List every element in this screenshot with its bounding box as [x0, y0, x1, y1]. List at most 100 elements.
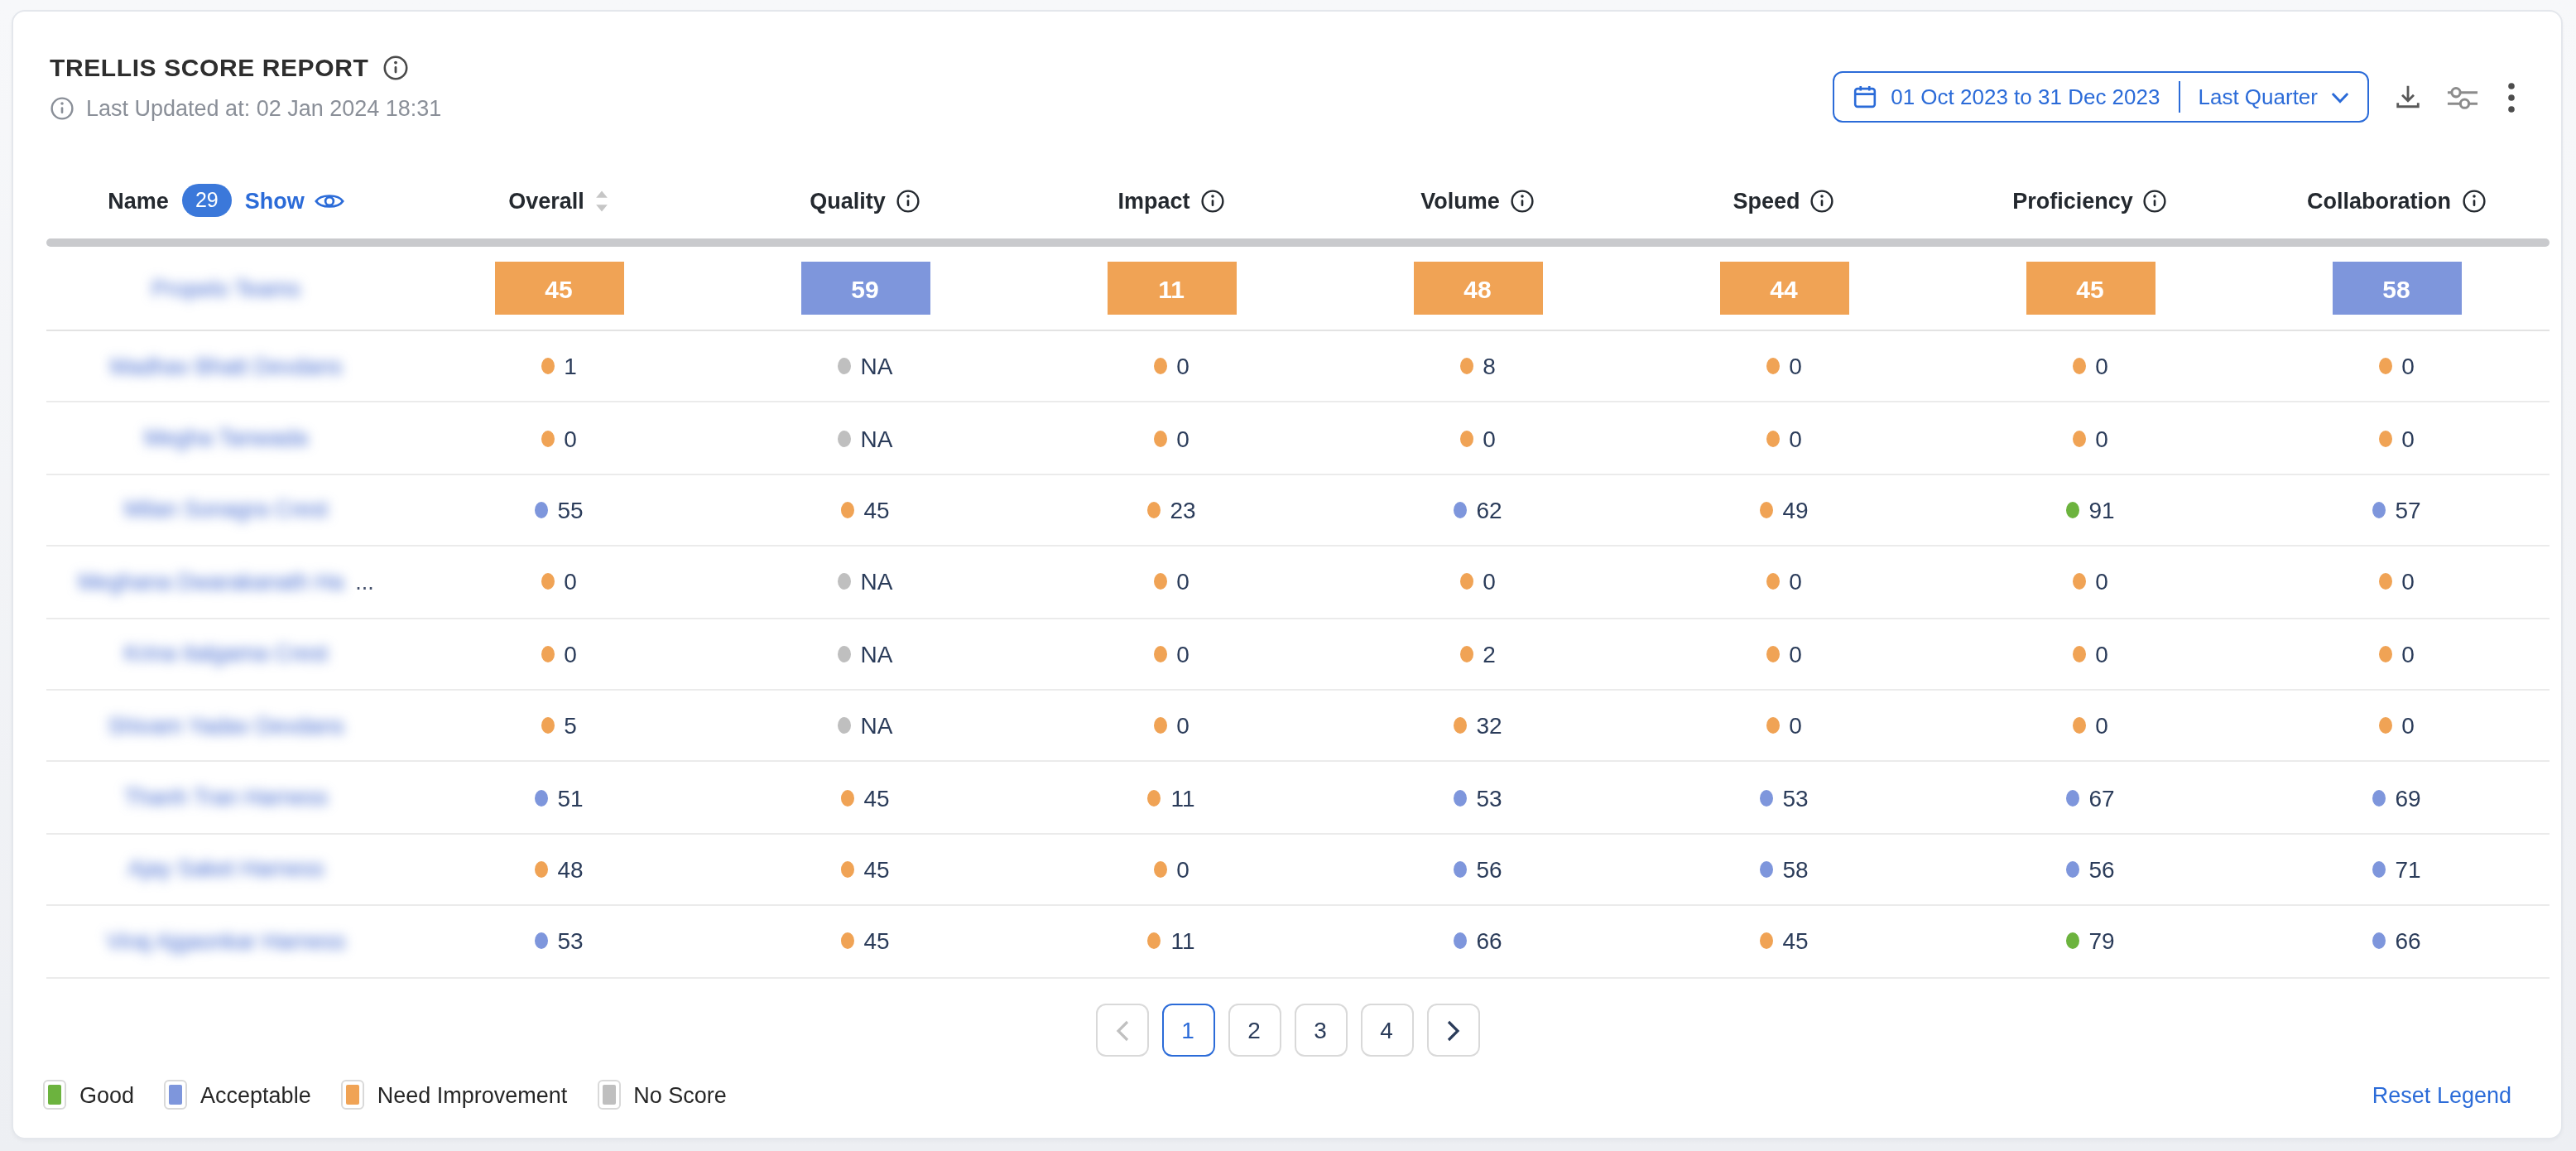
sort-icon[interactable]	[594, 188, 609, 213]
score-cell: 71	[2243, 856, 2550, 883]
settings-sliders-icon[interactable]	[2447, 84, 2478, 110]
info-icon[interactable]	[2143, 188, 2168, 213]
member-name-link[interactable]: Meghana Dwarakanath Ha	[78, 570, 344, 595]
score-level-dot	[840, 789, 853, 806]
score-value: 0	[1789, 353, 1802, 379]
member-name-link[interactable]: Propelo Teams	[151, 276, 300, 301]
show-names-button[interactable]: Show	[245, 188, 344, 213]
reset-legend-link[interactable]: Reset Legend	[2372, 1082, 2511, 1107]
score-value: NA	[861, 425, 893, 451]
score-level-dot	[2372, 502, 2385, 518]
title-info-icon[interactable]	[382, 54, 408, 80]
score-cell: 0	[2243, 641, 2550, 667]
member-name-link[interactable]: Madhav Bhatt Devdans	[110, 354, 343, 378]
team-score-cell: 48	[1324, 262, 1631, 315]
score-chip: 48	[1413, 262, 1542, 315]
column-label: Proficiency	[2012, 188, 2133, 213]
member-name-link[interactable]: Shivam Yadav Devdans	[108, 713, 344, 738]
column-header-collaboration: Collaboration	[2243, 188, 2550, 213]
score-value: 1	[564, 353, 577, 379]
legend-label: Need Improvement	[377, 1082, 568, 1107]
info-icon[interactable]	[1810, 188, 1835, 213]
member-name-link[interactable]: Milan Sonagra Crest	[124, 498, 328, 523]
score-cell: 55	[406, 497, 712, 523]
score-level-dot	[2378, 717, 2391, 734]
score-value: NA	[861, 353, 893, 379]
score-value: 0	[2401, 353, 2415, 379]
score-level-dot	[1153, 861, 1166, 878]
score-cell: 0	[1937, 641, 2243, 667]
date-range-picker[interactable]: 01 Oct 2023 to 31 Dec 2023 Last Quarter	[1833, 71, 2369, 123]
info-icon[interactable]	[1510, 188, 1535, 213]
page-button-2[interactable]: 2	[1228, 1004, 1281, 1057]
score-value: 79	[2088, 928, 2114, 955]
score-cell: NA	[712, 569, 1018, 595]
score-cell: 0	[2243, 353, 2550, 379]
page-button-3[interactable]: 3	[1294, 1004, 1347, 1057]
legend-swatch	[164, 1080, 187, 1110]
info-icon[interactable]	[896, 188, 920, 213]
score-cell: 0	[1018, 569, 1324, 595]
score-value: 0	[1789, 425, 1802, 451]
score-cell: 0	[1324, 425, 1631, 451]
member-name-cell: Madhav Bhatt Devdans	[46, 354, 406, 378]
score-level-dot	[1153, 646, 1166, 662]
column-header-impact: Impact	[1018, 188, 1324, 213]
team-score-cell: 11	[1018, 262, 1324, 315]
member-name-link[interactable]: Krina Italgama Crest	[124, 642, 328, 667]
score-value: 8	[1483, 353, 1496, 379]
page-button-4[interactable]: 4	[1360, 1004, 1413, 1057]
next-page-button[interactable]	[1426, 1004, 1479, 1057]
member-name-cell: Megha Tanwada	[46, 426, 406, 450]
legend-swatch	[597, 1080, 620, 1110]
download-icon[interactable]	[2394, 83, 2422, 111]
score-value: 5	[564, 712, 577, 739]
score-cell: 66	[1324, 928, 1631, 955]
info-icon[interactable]	[2461, 188, 2486, 213]
column-header-overall: Overall	[406, 188, 712, 213]
score-level-dot	[1759, 933, 1772, 950]
legend-item-no-score[interactable]: No Score	[597, 1080, 727, 1110]
kebab-menu-icon[interactable]	[2508, 82, 2515, 112]
score-level-dot	[2378, 646, 2391, 662]
score-cell: 0	[1018, 712, 1324, 739]
score-value: 11	[1170, 784, 1194, 811]
legend-item-good[interactable]: Good	[43, 1080, 134, 1110]
date-range-text: 01 Oct 2023 to 31 Dec 2023	[1891, 84, 2160, 109]
info-icon[interactable]	[1200, 188, 1225, 213]
eye-icon	[315, 190, 344, 211]
score-cell: 45	[712, 497, 1018, 523]
previous-page-button[interactable]	[1095, 1004, 1148, 1057]
score-chip: 11	[1107, 262, 1236, 315]
score-value: 0	[1789, 641, 1802, 667]
member-name-link[interactable]: Viraj Ajgaonkar Harness	[106, 929, 345, 954]
pagination: 1234	[13, 1004, 2561, 1057]
column-header-volume: Volume	[1324, 188, 1631, 213]
legend-item-need-improvement[interactable]: Need Improvement	[341, 1080, 568, 1110]
score-level-dot	[1759, 502, 1772, 518]
score-cell: 0	[1631, 425, 1937, 451]
score-level-dot	[1453, 789, 1466, 806]
page-button-1[interactable]: 1	[1161, 1004, 1214, 1057]
member-name-link[interactable]: Megha Tanwada	[144, 426, 308, 450]
legend-item-acceptable[interactable]: Acceptable	[164, 1080, 311, 1110]
toolbar: 01 Oct 2023 to 31 Dec 2023 Last Quarter	[1833, 71, 2515, 123]
score-value: 0	[2095, 712, 2108, 739]
horizontal-scrollbar[interactable]	[46, 238, 2550, 247]
table-row: Ajay Saket Harness4845056585671	[46, 834, 2550, 906]
score-level-dot	[838, 646, 851, 662]
member-name-link[interactable]: Thanh Tran Harness	[124, 785, 328, 810]
score-value: 45	[863, 928, 889, 955]
score-level-dot	[2378, 574, 2391, 590]
updated-info-icon[interactable]	[50, 96, 74, 121]
score-level-dot	[2072, 646, 2085, 662]
member-name-link[interactable]: Ajay Saket Harness	[127, 857, 324, 882]
score-cell: 23	[1018, 497, 1324, 523]
truncation-ellipsis: ...	[355, 570, 374, 595]
score-cell: 53	[1631, 784, 1937, 811]
table-row: Viraj Ajgaonkar Harness53451166457966	[46, 906, 2550, 978]
score-cell: 0	[1631, 712, 1937, 739]
member-name-cell: Propelo Teams	[46, 276, 406, 301]
score-level-dot	[840, 861, 853, 878]
score-cell: 91	[1937, 497, 2243, 523]
